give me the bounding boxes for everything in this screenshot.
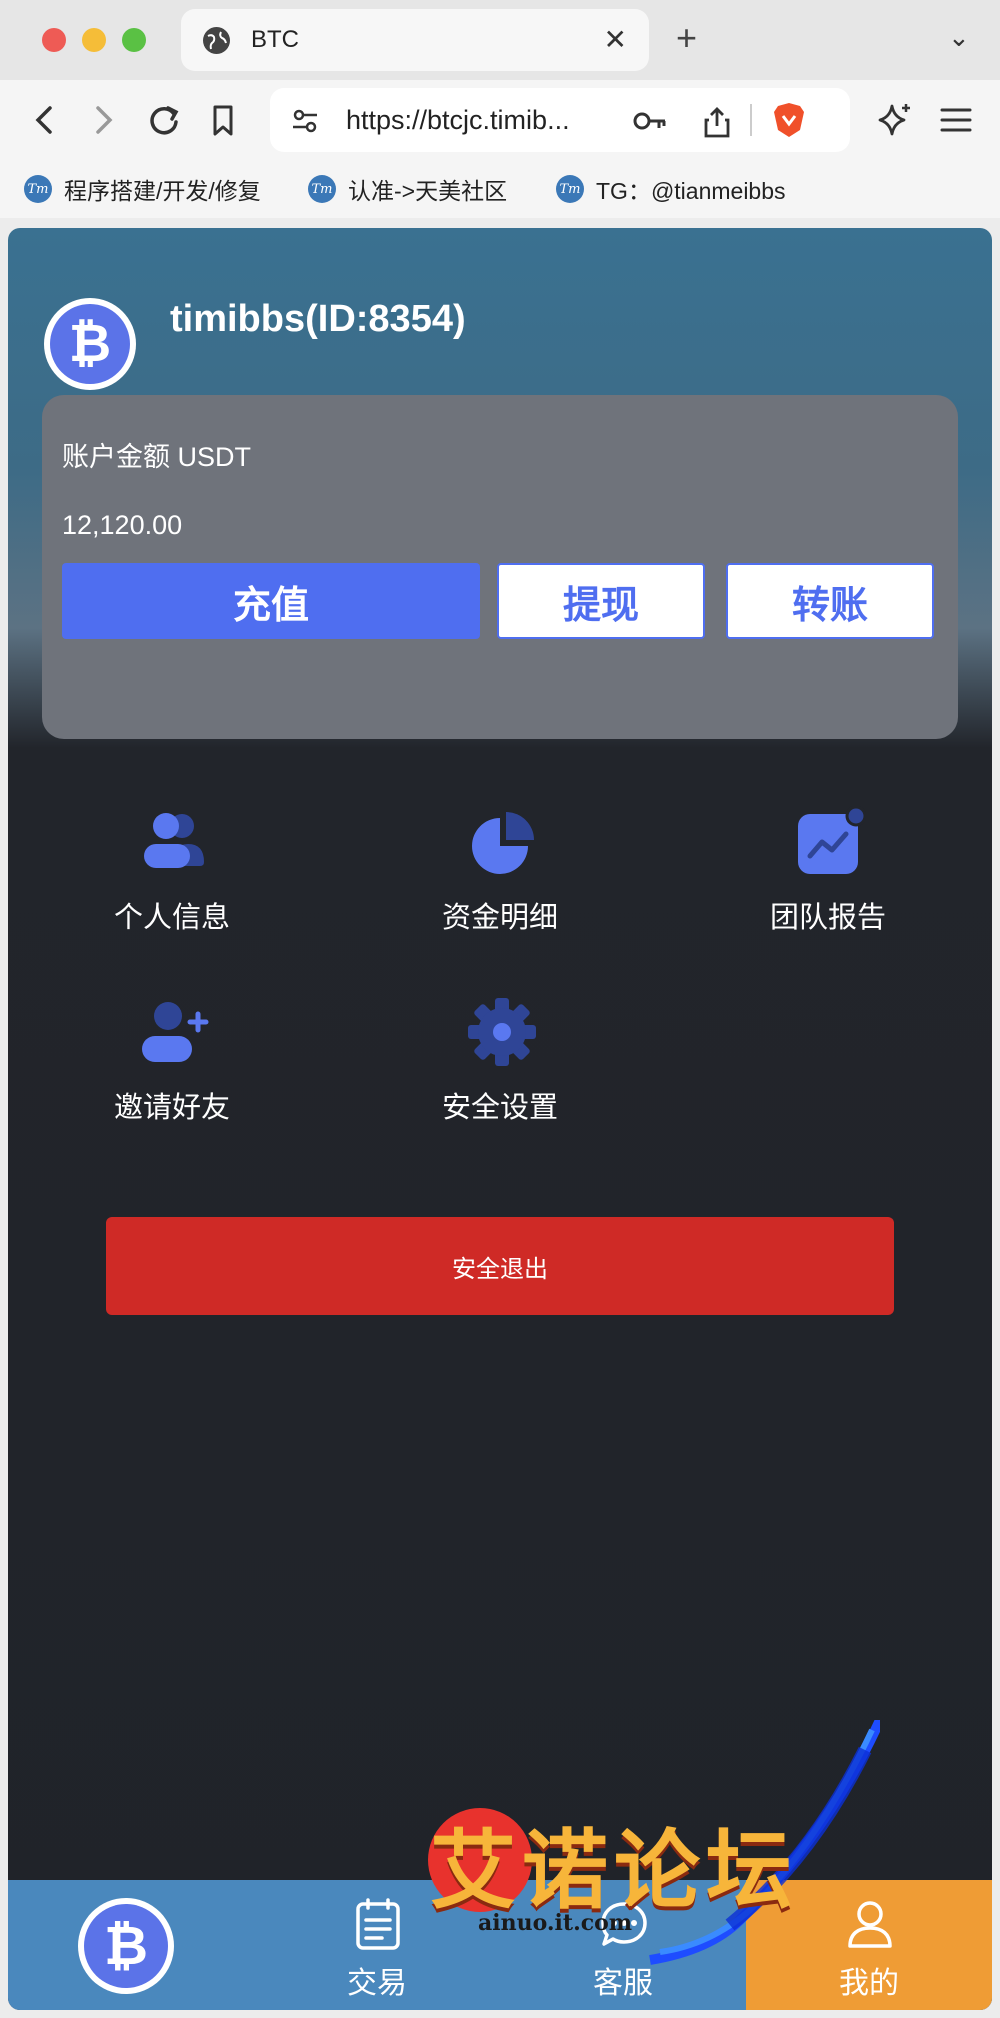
back-button[interactable] [30, 100, 60, 149]
tm-logo-icon: Tm [24, 175, 52, 203]
menu-label: 团队报告 [769, 902, 886, 934]
bookmark-label: 程序搭建/开发/修复 [64, 178, 261, 204]
nav-home[interactable]: ₿ [8, 1880, 254, 2010]
document-icon [354, 1898, 402, 1950]
bitcoin-icon: ₿ [50, 304, 130, 384]
logout-button[interactable]: 安全退出 [106, 1217, 894, 1315]
menu-label: 安全设置 [441, 1092, 558, 1124]
avatar[interactable]: ₿ [44, 298, 136, 390]
minimize-window-button[interactable] [82, 28, 106, 52]
menu-label: 资金明细 [441, 902, 558, 934]
menu-invite-friends[interactable]: 邀请好友 [42, 996, 302, 1126]
watermark-subtitle: ainuo.it.com [478, 1910, 633, 1936]
user-group-icon [138, 806, 210, 878]
url-text: https://btcjc.timib... [346, 105, 570, 135]
brave-shield-icon[interactable] [772, 102, 806, 145]
menu-fund-details[interactable]: 资金明细 [370, 806, 630, 936]
browser-toolbar: https://btcjc.timib... [0, 80, 1000, 162]
tm-logo-icon: Tm [308, 175, 336, 203]
maximize-window-button[interactable] [122, 28, 146, 52]
pie-chart-icon [466, 806, 538, 878]
transfer-button[interactable]: 转账 [726, 563, 934, 639]
tm-logo-icon: Tm [556, 175, 584, 203]
forward-button[interactable] [88, 100, 118, 149]
close-window-button[interactable] [42, 28, 66, 52]
bookmark-item[interactable]: Tm TG：@tianmeibbs [556, 172, 786, 206]
globe-icon [203, 27, 230, 54]
close-tab-icon[interactable]: ✕ [604, 23, 627, 56]
menu-label: 个人信息 [113, 902, 230, 934]
menu-personal-info[interactable]: 个人信息 [42, 806, 302, 936]
menu-security-settings[interactable]: 安全设置 [370, 996, 630, 1126]
bookmark-item[interactable]: Tm 认准->天美社区 [308, 172, 507, 206]
bookmark-icon[interactable] [208, 100, 238, 149]
account-balance-label: 账户金额 USDT [62, 442, 251, 472]
browser-title-bar: BTC ✕ + ⌄ [0, 0, 1000, 80]
address-bar[interactable]: https://btcjc.timib... [270, 88, 850, 152]
tab-title: BTC [251, 26, 299, 53]
bookmarks-bar: Tm 程序搭建/开发/修复 Tm 认准->天美社区 Tm TG：@tianmei… [0, 162, 1000, 218]
chevron-down-icon[interactable]: ⌄ [948, 22, 970, 53]
user-add-icon [138, 996, 210, 1068]
bookmark-label: 认准->天美社区 [348, 178, 508, 204]
ai-sparkle-icon[interactable] [876, 100, 914, 149]
menu-team-report[interactable]: 团队报告 [698, 805, 958, 936]
bookmark-item[interactable]: Tm 程序搭建/开发/修复 [24, 172, 261, 206]
account-card: 账户金额 USDT 12,120.00 充值 提现 转账 [42, 395, 958, 739]
bitcoin-glyph: ₿ [84, 1904, 168, 1988]
withdraw-button[interactable]: 提现 [497, 563, 705, 639]
site-settings-icon[interactable] [290, 106, 320, 143]
watermark-title: 艾诺论坛 [430, 1821, 798, 1921]
divider [750, 104, 752, 136]
reload-button[interactable] [146, 100, 182, 149]
gear-icon [466, 996, 538, 1068]
hamburger-menu-icon[interactable] [938, 100, 974, 149]
watermark-logo: 艾诺论坛 ainuo.it.com [410, 1720, 880, 1970]
account-balance-amount: 12,120.00 [62, 510, 183, 540]
username: timibbs(ID:8354) [170, 298, 466, 340]
browser-tab[interactable]: BTC ✕ [181, 9, 649, 71]
menu-label: 邀请好友 [113, 1092, 230, 1124]
new-tab-button[interactable]: + [676, 18, 697, 58]
share-icon[interactable] [702, 106, 732, 145]
bitcoin-icon: ₿ [78, 1898, 174, 1994]
bookmark-label: TG：@tianmeibbs [596, 178, 786, 204]
key-icon[interactable] [632, 106, 668, 143]
recharge-button[interactable]: 充值 [62, 563, 480, 639]
trend-chart-icon [794, 805, 867, 878]
